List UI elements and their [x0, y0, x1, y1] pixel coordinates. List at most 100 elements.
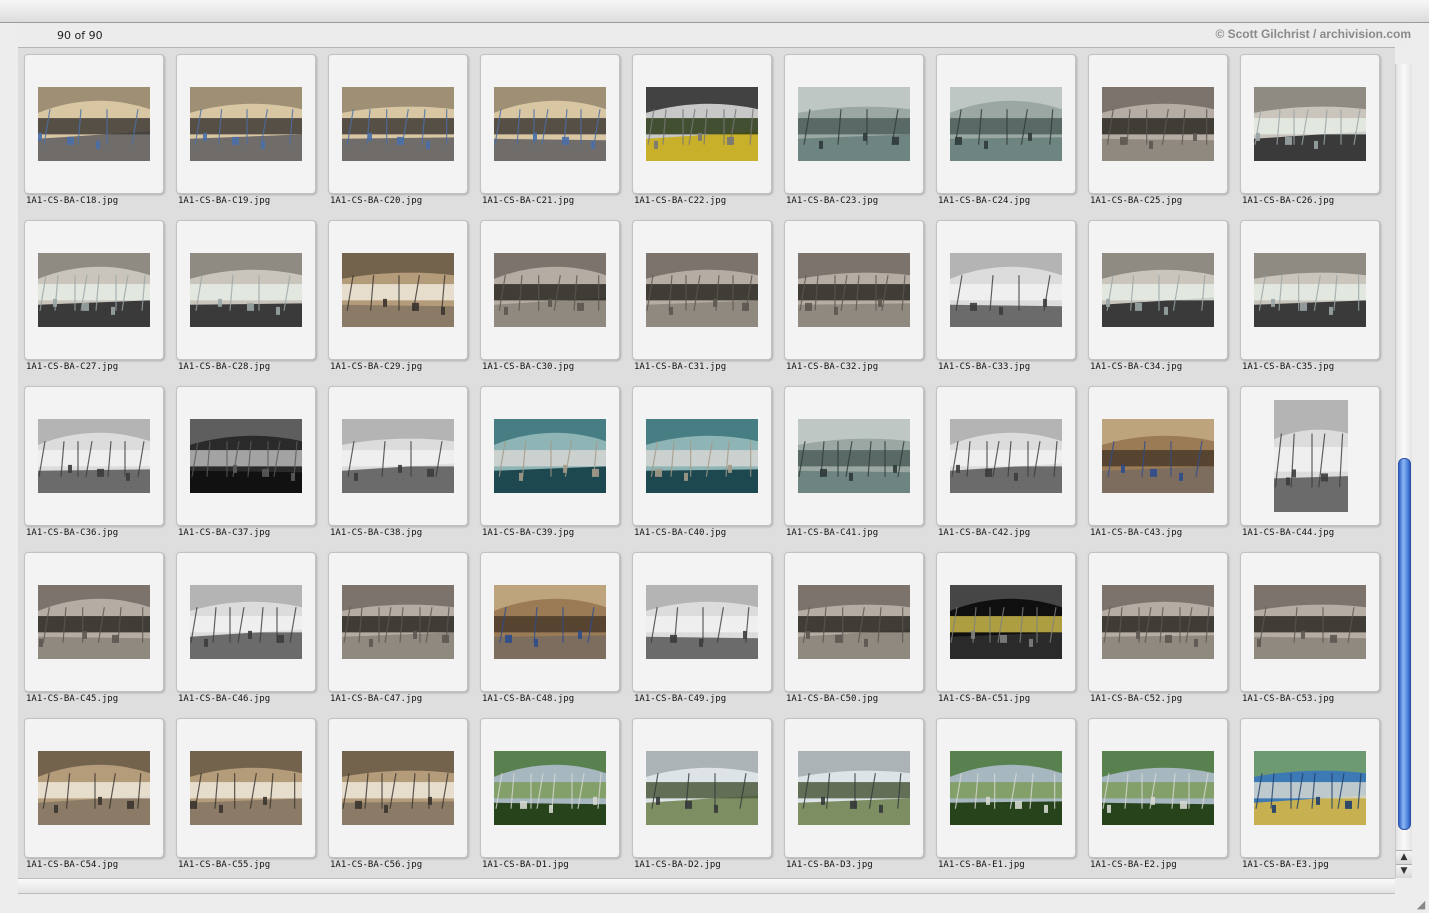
photo-thumbnail[interactable]	[950, 253, 1062, 327]
slide-mount[interactable]	[328, 220, 468, 360]
slide-mount[interactable]	[328, 54, 468, 194]
slide-mount[interactable]	[24, 552, 164, 692]
slide-mount[interactable]	[480, 386, 620, 526]
thumbnail-item[interactable]: 1A1-CS-BA-C23.jpg	[784, 54, 924, 206]
resize-grip-icon[interactable]: ◢	[1415, 899, 1427, 911]
slide-mount[interactable]	[24, 718, 164, 858]
photo-thumbnail[interactable]	[798, 585, 910, 659]
photo-thumbnail[interactable]	[1102, 585, 1214, 659]
thumbnail-item[interactable]: 1A1-CS-BA-C22.jpg	[632, 54, 772, 206]
scroll-down-arrow-icon[interactable]: ▼	[1396, 864, 1412, 878]
photo-thumbnail[interactable]	[38, 87, 150, 161]
slide-mount[interactable]	[936, 552, 1076, 692]
photo-thumbnail[interactable]	[190, 751, 302, 825]
photo-thumbnail[interactable]	[342, 751, 454, 825]
thumbnail-item[interactable]: 1A1-CS-BA-C21.jpg	[480, 54, 620, 206]
slide-mount[interactable]	[1240, 386, 1380, 526]
horizontal-scrollbar[interactable]	[18, 878, 1395, 894]
photo-thumbnail[interactable]	[646, 253, 758, 327]
photo-thumbnail[interactable]	[950, 419, 1062, 493]
slide-mount[interactable]	[24, 386, 164, 526]
thumbnail-item[interactable]: 1A1-CS-BA-C33.jpg	[936, 220, 1076, 372]
thumbnail-item[interactable]: 1A1-CS-BA-C37.jpg	[176, 386, 316, 538]
thumbnail-item[interactable]: 1A1-CS-BA-C19.jpg	[176, 54, 316, 206]
thumbnail-item[interactable]: 1A1-CS-BA-C35.jpg	[1240, 220, 1380, 372]
slide-mount[interactable]	[632, 718, 772, 858]
slide-mount[interactable]	[176, 54, 316, 194]
thumbnail-item[interactable]: 1A1-CS-BA-E1.jpg	[936, 718, 1076, 870]
slide-mount[interactable]	[176, 552, 316, 692]
photo-thumbnail[interactable]	[38, 253, 150, 327]
slide-mount[interactable]	[1240, 54, 1380, 194]
photo-thumbnail[interactable]	[1254, 253, 1366, 327]
photo-thumbnail[interactable]	[646, 419, 758, 493]
slide-mount[interactable]	[1088, 718, 1228, 858]
thumbnail-item[interactable]: 1A1-CS-BA-C39.jpg	[480, 386, 620, 538]
photo-thumbnail[interactable]	[1102, 419, 1214, 493]
scrollbar-thumb[interactable]	[1398, 458, 1411, 830]
slide-mount[interactable]	[784, 220, 924, 360]
slide-mount[interactable]	[1240, 220, 1380, 360]
thumbnail-item[interactable]: 1A1-CS-BA-C45.jpg	[24, 552, 164, 704]
thumbnail-item[interactable]: 1A1-CS-BA-C48.jpg	[480, 552, 620, 704]
thumbnail-item[interactable]: 1A1-CS-BA-C52.jpg	[1088, 552, 1228, 704]
photo-thumbnail[interactable]	[1102, 751, 1214, 825]
photo-thumbnail[interactable]	[646, 751, 758, 825]
slide-mount[interactable]	[1240, 718, 1380, 858]
slide-mount[interactable]	[1088, 552, 1228, 692]
slide-mount[interactable]	[632, 386, 772, 526]
thumbnail-item[interactable]: 1A1-CS-BA-C27.jpg	[24, 220, 164, 372]
thumbnail-item[interactable]: 1A1-CS-BA-C53.jpg	[1240, 552, 1380, 704]
thumbnail-item[interactable]: 1A1-CS-BA-C28.jpg	[176, 220, 316, 372]
thumbnail-item[interactable]: 1A1-CS-BA-D3.jpg	[784, 718, 924, 870]
photo-thumbnail[interactable]	[950, 751, 1062, 825]
photo-thumbnail[interactable]	[1254, 585, 1366, 659]
slide-mount[interactable]	[24, 54, 164, 194]
slide-mount[interactable]	[632, 552, 772, 692]
slide-mount[interactable]	[480, 54, 620, 194]
thumbnail-item[interactable]: 1A1-CS-BA-C54.jpg	[24, 718, 164, 870]
thumbnail-item[interactable]: 1A1-CS-BA-C43.jpg	[1088, 386, 1228, 538]
slide-mount[interactable]	[1088, 220, 1228, 360]
scroll-up-arrow-icon[interactable]: ▲	[1396, 850, 1412, 864]
photo-thumbnail[interactable]	[646, 87, 758, 161]
photo-thumbnail[interactable]	[950, 87, 1062, 161]
photo-thumbnail[interactable]	[798, 87, 910, 161]
thumbnail-item[interactable]: 1A1-CS-BA-C38.jpg	[328, 386, 468, 538]
slide-mount[interactable]	[936, 220, 1076, 360]
slide-mount[interactable]	[784, 54, 924, 194]
photo-thumbnail[interactable]	[38, 585, 150, 659]
thumbnail-item[interactable]: 1A1-CS-BA-C42.jpg	[936, 386, 1076, 538]
thumbnail-item[interactable]: 1A1-CS-BA-C34.jpg	[1088, 220, 1228, 372]
thumbnail-item[interactable]: 1A1-CS-BA-C46.jpg	[176, 552, 316, 704]
photo-thumbnail[interactable]	[342, 87, 454, 161]
thumbnail-item[interactable]: 1A1-CS-BA-C29.jpg	[328, 220, 468, 372]
thumbnail-item[interactable]: 1A1-CS-BA-C26.jpg	[1240, 54, 1380, 206]
photo-thumbnail[interactable]	[950, 585, 1062, 659]
photo-thumbnail[interactable]	[190, 585, 302, 659]
slide-mount[interactable]	[328, 718, 468, 858]
photo-thumbnail[interactable]	[38, 419, 150, 493]
slide-mount[interactable]	[1088, 54, 1228, 194]
thumbnail-item[interactable]: 1A1-CS-BA-C50.jpg	[784, 552, 924, 704]
slide-mount[interactable]	[632, 220, 772, 360]
photo-thumbnail[interactable]	[798, 253, 910, 327]
photo-thumbnail[interactable]	[494, 751, 606, 825]
slide-mount[interactable]	[176, 220, 316, 360]
slide-mount[interactable]	[632, 54, 772, 194]
photo-thumbnail[interactable]	[1254, 87, 1366, 161]
photo-thumbnail[interactable]	[38, 751, 150, 825]
photo-thumbnail[interactable]	[798, 419, 910, 493]
thumbnail-item[interactable]: 1A1-CS-BA-C31.jpg	[632, 220, 772, 372]
photo-thumbnail[interactable]	[1274, 400, 1348, 512]
thumbnail-item[interactable]: 1A1-CS-BA-C24.jpg	[936, 54, 1076, 206]
thumbnail-item[interactable]: 1A1-CS-BA-C25.jpg	[1088, 54, 1228, 206]
photo-thumbnail[interactable]	[494, 419, 606, 493]
slide-mount[interactable]	[176, 718, 316, 858]
slide-mount[interactable]	[24, 220, 164, 360]
photo-thumbnail[interactable]	[342, 585, 454, 659]
thumbnail-item[interactable]: 1A1-CS-BA-C18.jpg	[24, 54, 164, 206]
photo-thumbnail[interactable]	[494, 253, 606, 327]
slide-mount[interactable]	[176, 386, 316, 526]
thumbnail-item[interactable]: 1A1-CS-BA-C20.jpg	[328, 54, 468, 206]
